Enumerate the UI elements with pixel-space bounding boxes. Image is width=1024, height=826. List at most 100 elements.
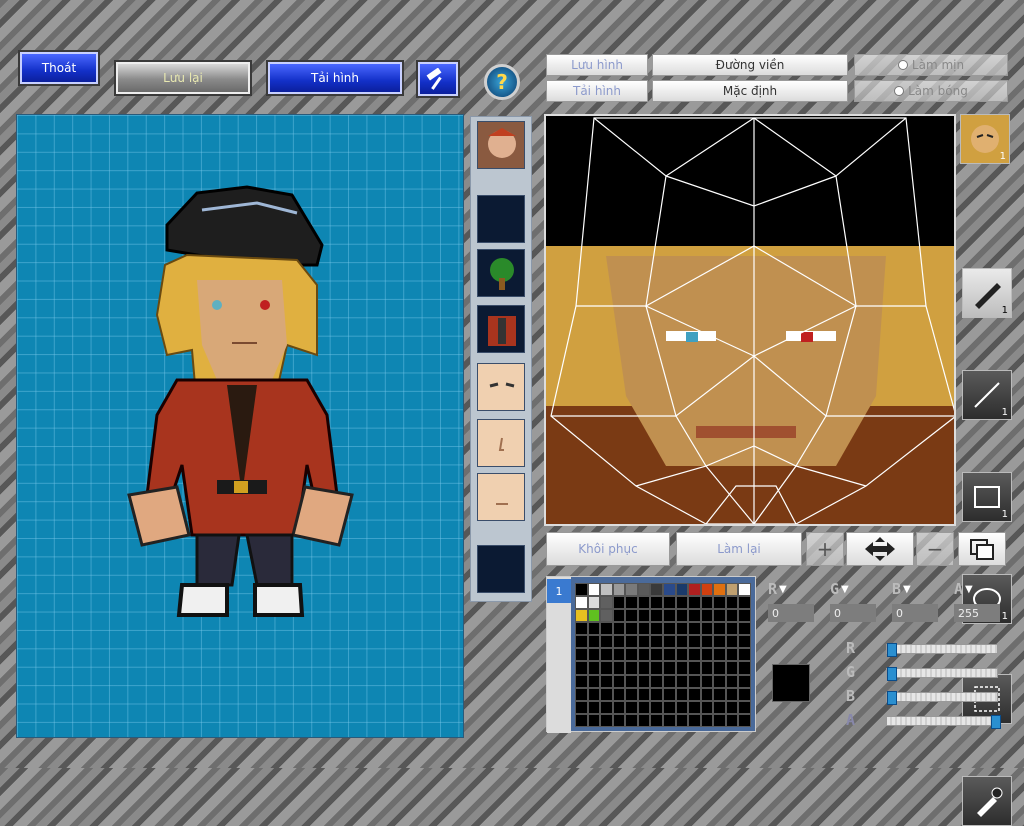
palette-color-cell[interactable] [587,661,601,675]
palette-color-cell[interactable] [662,700,676,714]
palette-color-cell[interactable] [575,596,588,610]
channel-b-selector[interactable]: B ▼ [892,578,938,600]
palette-color-cell[interactable] [575,700,588,714]
palette-color-cell[interactable] [688,648,701,662]
palette-color-cell[interactable] [725,674,739,688]
palette-color-cell[interactable] [675,674,689,688]
palette-color-cell[interactable] [713,609,726,623]
save-button[interactable]: Lưu lại [114,60,252,96]
palette-color-cell[interactable] [700,596,714,610]
palette-color-cell[interactable] [650,635,663,649]
palette-color-cell[interactable] [650,583,663,597]
palette-color-cell[interactable] [713,635,726,649]
palette-color-cell[interactable] [713,674,726,688]
palette-color-cell[interactable] [650,713,663,727]
palette-color-cell[interactable] [637,687,651,701]
palette-color-cell[interactable] [600,661,613,675]
palette-color-cell[interactable] [637,635,651,649]
palette-color-cell[interactable] [637,674,651,688]
palette-color-cell[interactable] [700,687,714,701]
palette-color-cell[interactable] [700,635,714,649]
palette-color-cell[interactable] [700,674,714,688]
palette-color-cell[interactable] [662,648,676,662]
pen-tool[interactable]: 1 [962,268,1012,318]
load-image-button[interactable]: Tải hình [546,80,648,102]
palette-color-cell[interactable] [738,648,751,662]
restore-button[interactable]: Khôi phục [546,532,670,566]
exit-button[interactable]: Thoát [18,50,100,86]
palette-color-cell[interactable] [725,687,739,701]
channel-g-selector[interactable]: G ▼ [830,578,876,600]
palette-tab-1[interactable]: 1 [547,579,571,603]
palette-color-cell[interactable] [662,661,676,675]
palette-color-cell[interactable] [675,635,689,649]
palette-color-cell[interactable] [688,622,701,636]
palette-color-cell[interactable] [675,661,689,675]
palette-color-cell[interactable] [637,622,651,636]
palette-color-cell[interactable] [700,648,714,662]
palette-color-cell[interactable] [662,713,676,727]
palette-color-cell[interactable] [650,648,663,662]
palette-color-cell[interactable] [625,687,638,701]
move-button[interactable] [846,532,914,566]
palette-color-cell[interactable] [587,687,601,701]
palette-color-cell[interactable] [688,661,701,675]
palette-color-cell[interactable] [738,700,751,714]
palette-color-cell[interactable] [713,596,726,610]
portrait-tool[interactable]: 1 [960,114,1010,164]
palette-color-cell[interactable] [650,661,663,675]
reload-button[interactable]: Tải hình [266,60,404,96]
palette-color-cell[interactable] [662,596,676,610]
palette-color-cell[interactable] [625,648,638,662]
channel-r-selector[interactable]: R ▼ [768,578,814,600]
palette-color-cell[interactable] [637,713,651,727]
zoom-out-button[interactable]: − [916,532,954,566]
palette-color-cell[interactable] [612,583,626,597]
eyedropper-tool[interactable] [962,776,1012,826]
palette-color-cell[interactable] [637,648,651,662]
palette-color-cell[interactable] [662,635,676,649]
palette-color-cell[interactable] [675,596,689,610]
palette-color-cell[interactable] [662,687,676,701]
palette-color-cell[interactable] [725,596,739,610]
palette-color-cell[interactable] [713,622,726,636]
palette-color-cell[interactable] [600,609,613,623]
palette-color-cell[interactable] [637,583,651,597]
palette-color-cell[interactable] [738,661,751,675]
palette-color-cell[interactable] [587,648,601,662]
palette-color-cell[interactable] [725,622,739,636]
palette-color-cell[interactable] [587,583,601,597]
palette-color-cell[interactable] [688,609,701,623]
palette-color-cell[interactable] [575,609,588,623]
palette-color-cell[interactable] [650,622,663,636]
palette-color-cell[interactable] [575,713,588,727]
g-value-field[interactable]: 0 [830,604,876,622]
palette-color-cell[interactable] [575,648,588,662]
help-button[interactable]: ? [484,64,520,100]
palette-color-cell[interactable] [675,583,689,597]
character-preview-canvas[interactable] [16,114,464,738]
a-value-field[interactable]: 255 [954,604,1000,622]
palette-color-cell[interactable] [650,687,663,701]
slot-empty-2[interactable] [477,545,525,593]
channel-a-selector[interactable]: A ▼ [954,578,1000,600]
palette-color-cell[interactable] [725,635,739,649]
palette-color-cell[interactable] [625,635,638,649]
palette-color-cell[interactable] [575,583,588,597]
palette-color-cell[interactable] [600,583,613,597]
palette-color-cell[interactable] [625,609,638,623]
palette-color-cell[interactable] [612,687,626,701]
palette-color-cell[interactable] [713,687,726,701]
slot-empty-1[interactable] [477,195,525,243]
palette-color-cell[interactable] [600,687,613,701]
smooth-option[interactable]: Làm mịn [854,54,1008,76]
palette-color-cell[interactable] [713,700,726,714]
palette-color-cell[interactable] [738,596,751,610]
palette-color-cell[interactable] [612,596,626,610]
palette-color-cell[interactable] [713,583,726,597]
palette-color-cell[interactable] [612,609,626,623]
b-slider-knob[interactable] [887,691,897,705]
palette-color-cell[interactable] [700,609,714,623]
r-slider-knob[interactable] [887,643,897,657]
palette-color-cell[interactable] [725,713,739,727]
